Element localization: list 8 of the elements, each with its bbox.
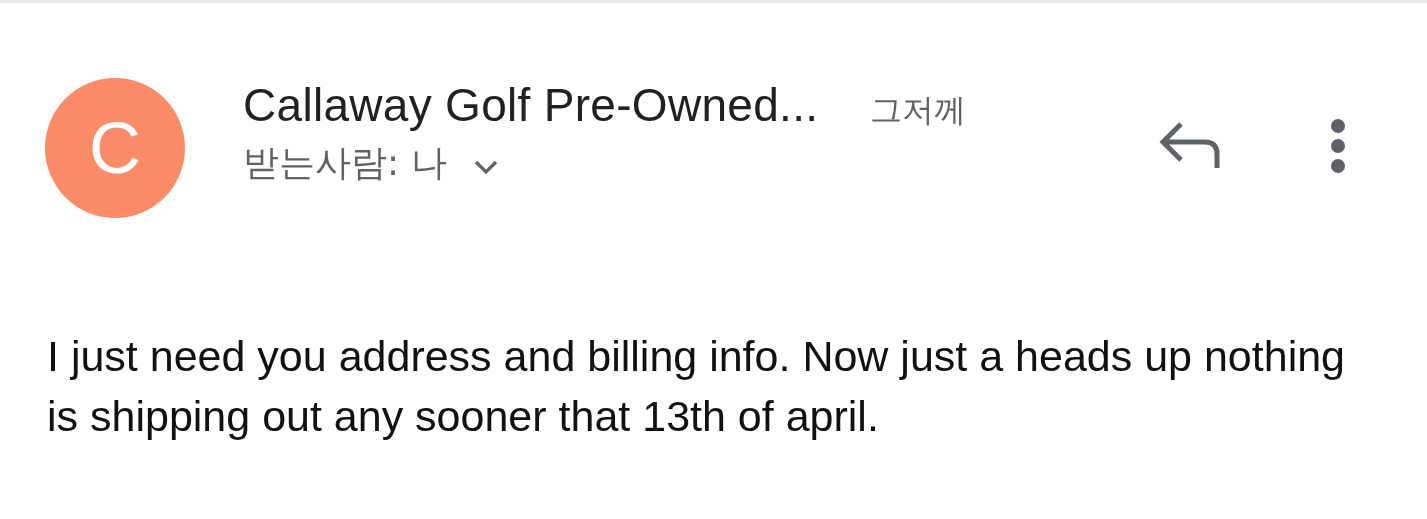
reply-icon[interactable] — [1157, 120, 1223, 170]
more-options-icon[interactable] — [1329, 118, 1347, 174]
recipient-label: 받는사람: 나 — [243, 141, 447, 185]
sender-name: Callaway Golf Pre-Owned... — [243, 78, 819, 132]
date: 그저께 — [870, 90, 967, 131]
avatar: C — [45, 78, 185, 218]
message-body: I just need you address and billing info. Now just a heads up nothing is shipping out any sooner that 13th of april. — [47, 331, 1347, 442]
chevron-down-icon[interactable] — [472, 158, 499, 175]
